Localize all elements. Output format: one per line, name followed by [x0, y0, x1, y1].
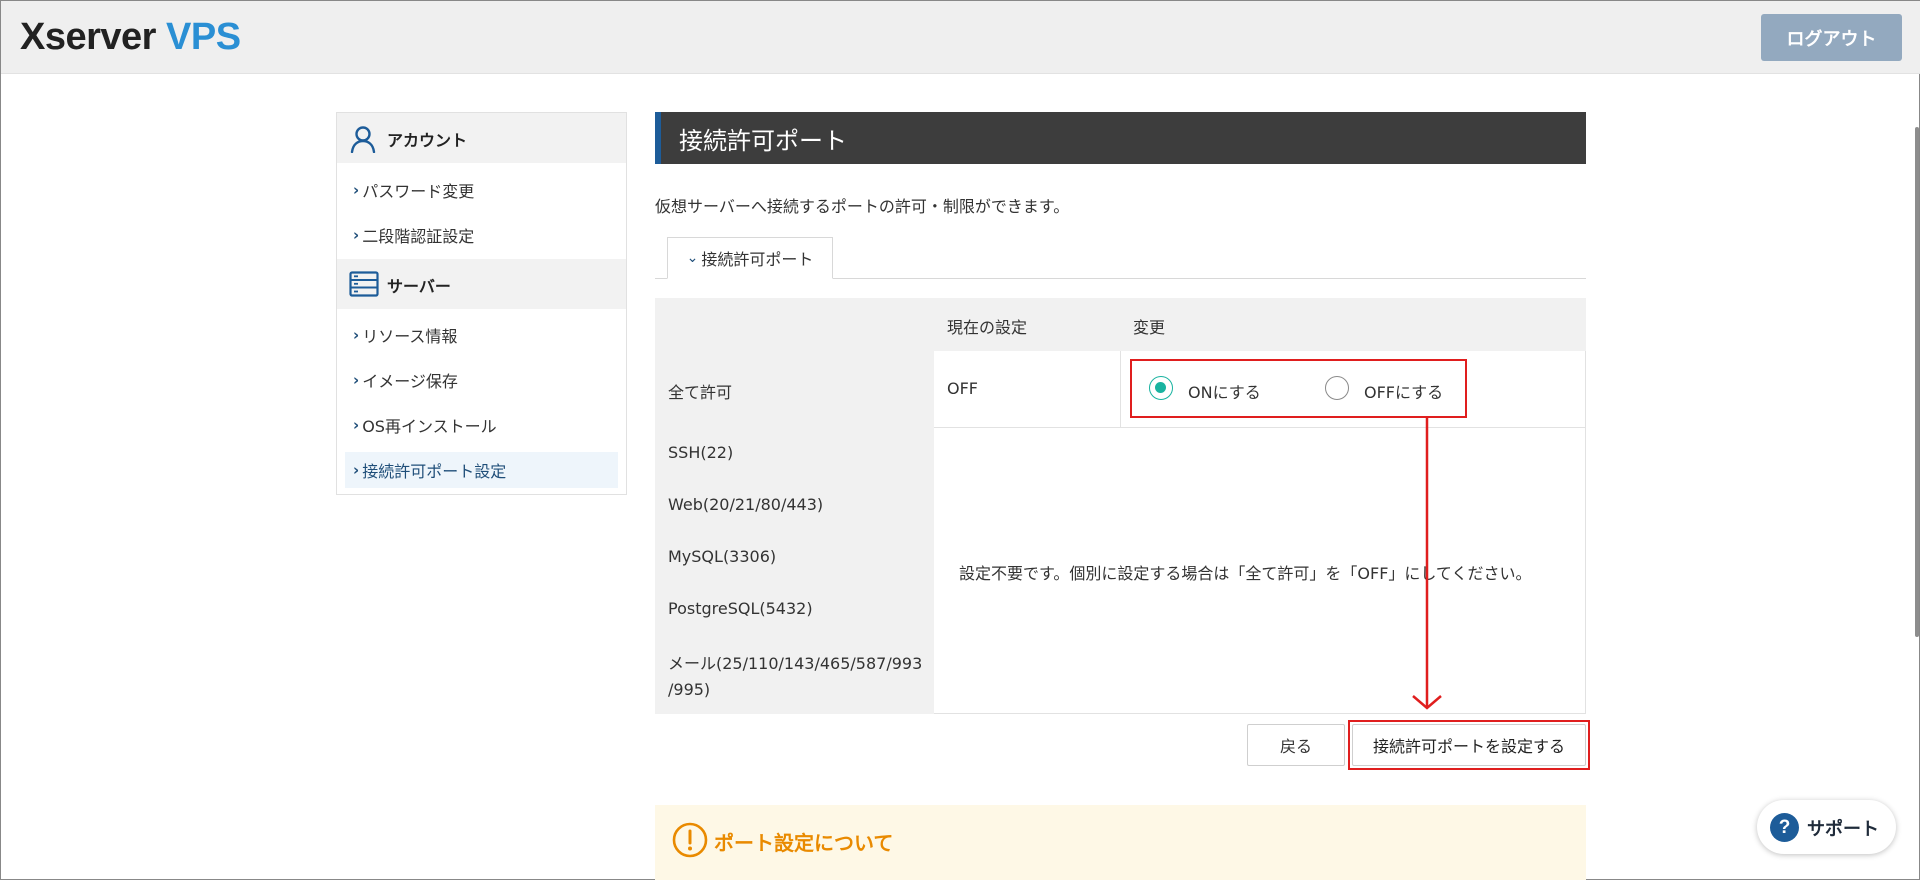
chevron-down-icon: ⌄	[686, 250, 699, 266]
row-label-postgresql: PostgreSQL(5432)	[668, 599, 813, 618]
sidebar-item-label: リソース情報	[362, 327, 458, 346]
header-current-setting: 現在の設定	[947, 318, 1028, 337]
logo-text-vps: VPS	[166, 16, 241, 58]
radio-off[interactable]	[1325, 376, 1349, 400]
port-settings-notice: ポート設定について	[655, 805, 1586, 880]
annotation-arrow	[1412, 417, 1442, 710]
support-label: サポート	[1807, 819, 1879, 840]
row-label-web: Web(20/21/80/443)	[668, 495, 824, 514]
page-description: 仮想サーバーへ接続するポートの許可・制限ができます。	[655, 197, 1070, 216]
sidebar-heading-label: アカウント	[387, 131, 468, 150]
radio-off-label[interactable]: OFFにする	[1364, 379, 1443, 403]
radio-on-label[interactable]: ONにする	[1188, 379, 1261, 403]
sidebar-heading-account: アカウント	[337, 113, 626, 163]
support-button[interactable]: ? サポート	[1757, 800, 1896, 854]
logout-button[interactable]: ログアウト	[1761, 14, 1902, 61]
mail-label-line2: /995)	[668, 680, 711, 699]
sidebar-item-resource-info[interactable]: › リソース情報	[345, 317, 618, 353]
row-label-mail: メール(25/110/143/465/587/993 /995)	[668, 651, 922, 703]
mail-label-line1: メール(25/110/143/465/587/993	[668, 654, 923, 673]
user-icon	[349, 125, 377, 157]
table-bottom-border	[934, 713, 1586, 714]
top-header: Xserver VPS ログアウト	[1, 1, 1920, 74]
sidebar-item-two-factor[interactable]: › 二段階認証設定	[345, 217, 618, 253]
set-port-button[interactable]: 接続許可ポートを設定する	[1352, 724, 1586, 766]
sidebar: アカウント › パスワード変更 › 二段階認証設定 サーバー › リソース情報 …	[336, 112, 627, 495]
table-right-border	[1585, 351, 1586, 714]
chevron-right-icon: ›	[353, 461, 360, 479]
tab-port-permission[interactable]: ⌄ 接続許可ポート	[667, 237, 833, 279]
sidebar-item-label: 二段階認証設定	[362, 227, 475, 246]
back-button[interactable]: 戻る	[1247, 724, 1345, 766]
sidebar-item-label: OS再インストール	[362, 417, 497, 436]
row-label-all-allow: 全て許可	[668, 383, 733, 402]
sidebar-item-label: イメージ保存	[362, 372, 458, 391]
current-value-all-allow: OFF	[947, 379, 978, 398]
sidebar-heading-server: サーバー	[337, 259, 626, 309]
chevron-right-icon: ›	[353, 181, 360, 199]
server-icon	[349, 271, 379, 301]
exclamation-circle-icon	[672, 822, 708, 862]
chevron-right-icon: ›	[353, 326, 360, 344]
sidebar-heading-label: サーバー	[387, 277, 451, 296]
question-circle-icon: ?	[1770, 813, 1799, 842]
notice-title: ポート設定について	[714, 831, 894, 855]
sidebar-item-label: 接続許可ポート設定	[362, 462, 507, 481]
sidebar-item-image-save[interactable]: › イメージ保存	[345, 362, 618, 398]
radio-selected-dot	[1155, 382, 1166, 393]
logo-text-xserver: Xserver	[20, 16, 156, 58]
chevron-right-icon: ›	[353, 226, 360, 244]
sidebar-item-os-reinstall[interactable]: › OS再インストール	[345, 407, 618, 443]
header-change: 変更	[1133, 318, 1166, 337]
radio-on[interactable]	[1149, 376, 1173, 400]
tab-label: 接続許可ポート	[701, 250, 814, 269]
chevron-right-icon: ›	[353, 371, 360, 389]
column-divider	[1120, 351, 1121, 427]
vertical-scrollbar[interactable]	[1915, 127, 1919, 637]
chevron-right-icon: ›	[353, 416, 360, 434]
row-divider	[934, 427, 1586, 428]
row-label-ssh: SSH(22)	[668, 443, 734, 462]
row-label-mysql: MySQL(3306)	[668, 547, 777, 566]
sidebar-item-label: パスワード変更	[362, 182, 475, 201]
sidebar-item-port-settings[interactable]: › 接続許可ポート設定	[345, 452, 618, 488]
table-header-row	[655, 298, 1586, 351]
xserver-vps-logo[interactable]: Xserver VPS	[20, 15, 241, 59]
page-title: 接続許可ポート	[655, 112, 1586, 164]
sidebar-item-password-change[interactable]: › パスワード変更	[345, 172, 618, 208]
